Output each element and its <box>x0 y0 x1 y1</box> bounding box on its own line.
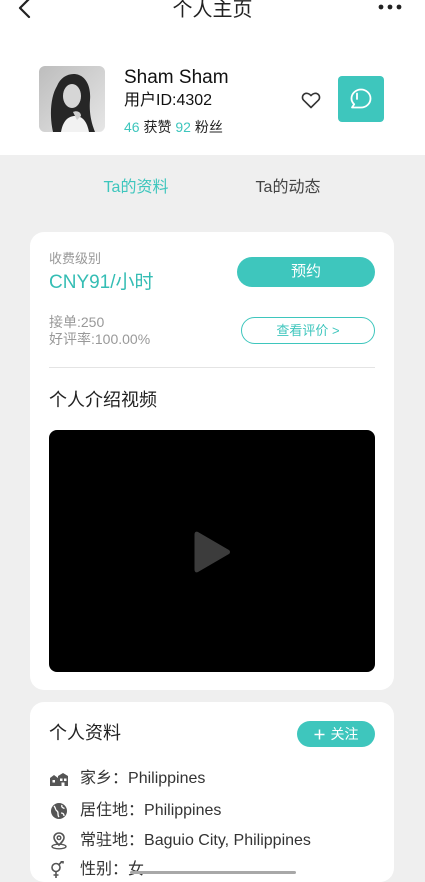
price-value: CNY91/小时 <box>49 272 154 293</box>
globe-icon <box>51 803 67 819</box>
info-label: 常驻地： <box>80 832 145 849</box>
chat-button[interactable] <box>338 76 384 122</box>
gender-icon <box>51 861 64 878</box>
tab-profile-info[interactable]: Ta的资料 <box>76 178 196 198</box>
profile-name: Sham Sham <box>124 67 229 88</box>
user-id: 用户ID:4302 <box>124 92 213 109</box>
plus-icon <box>314 729 324 740</box>
info-value: Philippines <box>128 770 206 787</box>
play-icon[interactable] <box>191 528 233 576</box>
positive-rating: 好评率:100.00% <box>49 331 151 347</box>
profile-header-section: 个人主页 Sham Sham 用户ID:4302 46 获赞 92 粉丝 <box>0 0 425 155</box>
intro-video-player[interactable] <box>49 430 375 672</box>
intro-video-title: 个人介绍视频 <box>49 390 157 410</box>
view-reviews-button[interactable]: 查看评价 > <box>241 317 375 344</box>
personal-info-title: 个人资料 <box>49 723 121 743</box>
divider <box>49 367 375 368</box>
follow-button[interactable]: 关注 <box>297 721 375 747</box>
profile-stats: 46 获赞 92 粉丝 <box>124 118 223 136</box>
location-pin-icon <box>51 832 67 850</box>
more-dots-icon[interactable] <box>376 2 406 12</box>
tab-activity[interactable]: Ta的动态 <box>228 178 348 198</box>
likes-label: 获赞 <box>143 119 172 135</box>
chat-bubble-icon <box>350 88 372 109</box>
info-row-gender: 性别：女 <box>49 860 379 880</box>
avatar[interactable] <box>39 66 105 132</box>
heart-outline-icon[interactable] <box>301 91 321 109</box>
home-indicator <box>130 871 296 874</box>
info-row-location: 常驻地：Baguio City, Philippines <box>49 831 379 851</box>
profile-page: 个人主页 Sham Sham 用户ID:4302 46 获赞 92 粉丝 Ta的… <box>0 0 425 882</box>
info-value: Philippines <box>144 802 222 819</box>
fans-count: 92 <box>175 119 191 135</box>
info-label: 居住地： <box>80 802 145 819</box>
pricing-card: 收费级别 CNY91/小时 预约 接单:250 好评率:100.00% 查看评价… <box>30 232 394 690</box>
hometown-icon <box>50 773 68 786</box>
follow-label: 关注 <box>330 726 359 742</box>
price-label: 收费级别 <box>49 251 102 266</box>
orders-count: 接单:250 <box>49 314 105 330</box>
likes-count: 46 <box>124 119 140 135</box>
avatar-photo <box>39 66 105 132</box>
info-label: 家乡： <box>80 770 129 787</box>
info-label: 性别： <box>80 861 129 878</box>
info-value: Baguio City, Philippines <box>144 832 311 849</box>
info-value: 女 <box>128 861 145 878</box>
fans-label: 粉丝 <box>194 119 223 135</box>
book-button[interactable]: 预约 <box>237 257 375 287</box>
info-row-hometown: 家乡：Philippines <box>49 769 379 789</box>
info-row-residence: 居住地：Philippines <box>49 801 379 821</box>
page-title: 个人主页 <box>172 0 253 21</box>
personal-info-card: 个人资料 关注 家乡：Philippines 居住地：Philippines 常… <box>30 702 394 882</box>
